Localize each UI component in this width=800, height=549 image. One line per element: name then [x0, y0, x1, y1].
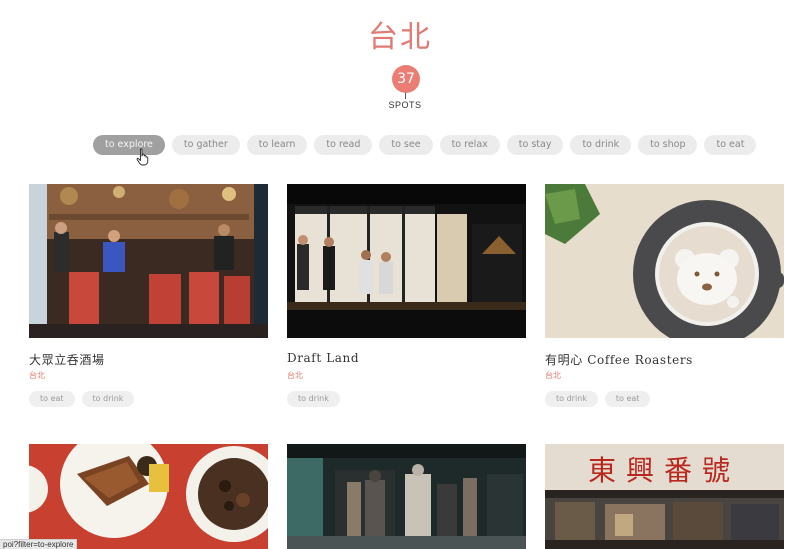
- storefront-sign: 東興番號: [588, 454, 740, 487]
- filter-to-shop[interactable]: to shop: [638, 135, 698, 155]
- spot-count-label: SPOTS: [388, 100, 422, 110]
- filter-bar: to explore to gather to learn to read to…: [93, 135, 757, 155]
- tag[interactable]: to drink: [545, 391, 598, 407]
- status-bar-url: poi?filter=to-explore: [0, 539, 78, 549]
- card-title[interactable]: 大眾立呑酒場: [29, 351, 268, 367]
- filter-to-gather[interactable]: to gather: [171, 135, 240, 155]
- filter-to-explore[interactable]: to explore: [93, 135, 165, 155]
- card-tags: to drink to eat: [545, 391, 784, 407]
- filter-to-eat[interactable]: to eat: [704, 135, 757, 155]
- filter-to-see[interactable]: to see: [379, 135, 433, 155]
- spot-card[interactable]: 東興番號: [545, 444, 784, 549]
- spot-card[interactable]: 有明心 Coffee Roasters 台北 to drink to eat: [545, 184, 784, 407]
- card-city: 台北: [545, 371, 561, 380]
- spot-card[interactable]: [29, 444, 268, 549]
- spot-count-badge: 37: [392, 65, 420, 93]
- spot-card[interactable]: 大眾立呑酒場 台北 to eat to drink: [29, 184, 268, 407]
- card-tags: to eat to drink: [29, 391, 268, 407]
- filter-to-drink[interactable]: to drink: [570, 135, 632, 155]
- hand-pointer-cursor-icon: [136, 148, 149, 166]
- tag[interactable]: to drink: [81, 391, 135, 407]
- card-title[interactable]: Draft Land: [287, 351, 526, 367]
- spot-card[interactable]: [287, 444, 526, 549]
- card-tags: to drink: [287, 391, 526, 407]
- filter-to-read[interactable]: to read: [314, 135, 373, 155]
- cocktail-bar-night-photo[interactable]: [287, 184, 526, 338]
- tag[interactable]: to drink: [287, 391, 340, 407]
- card-city: 台北: [29, 371, 45, 380]
- filter-to-learn[interactable]: to learn: [246, 135, 308, 155]
- filter-to-relax[interactable]: to relax: [439, 135, 500, 155]
- card-city: 台北: [287, 371, 303, 380]
- clothing-shop-interior-photo[interactable]: [287, 444, 526, 549]
- izakaya-street-photo[interactable]: [29, 184, 268, 338]
- braised-pork-dishes-photo[interactable]: [29, 444, 268, 549]
- spot-count-stem: [405, 93, 406, 99]
- old-storefront-photo[interactable]: 東興番號: [545, 444, 784, 549]
- spot-card[interactable]: Draft Land 台北 to drink: [287, 184, 526, 407]
- city-title: 台北: [368, 20, 432, 55]
- filter-to-stay[interactable]: to stay: [506, 135, 564, 155]
- tag[interactable]: to eat: [604, 391, 651, 407]
- tag[interactable]: to eat: [29, 391, 75, 407]
- card-title[interactable]: 有明心 Coffee Roasters: [545, 351, 784, 367]
- latte-art-bear-photo[interactable]: [545, 184, 784, 338]
